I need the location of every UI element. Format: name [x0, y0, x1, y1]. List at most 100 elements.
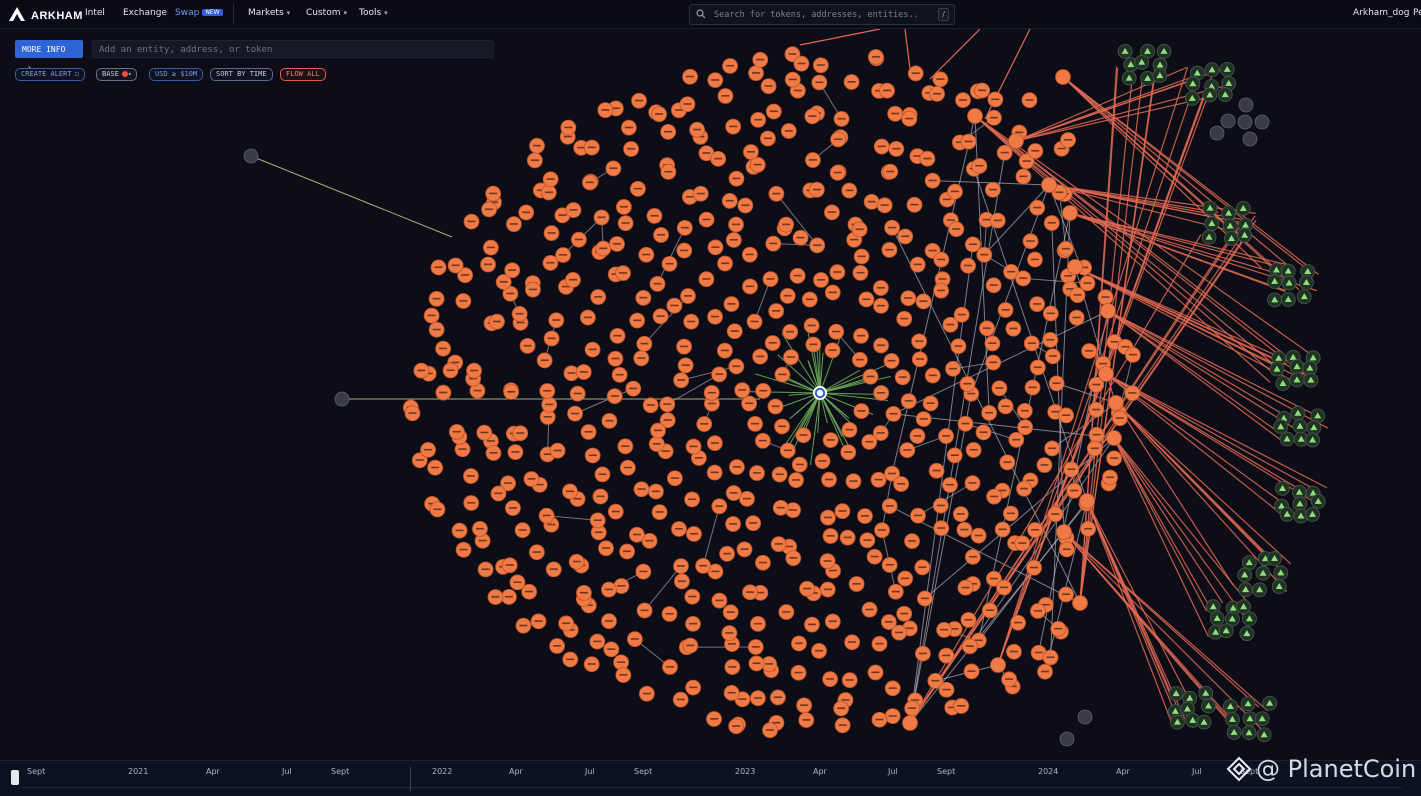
hub-node[interactable]	[1101, 304, 1116, 319]
hub-node[interactable]	[1057, 525, 1072, 540]
node-label-mark	[508, 269, 516, 271]
node-label-mark	[788, 53, 796, 55]
node-label-mark	[877, 287, 885, 289]
hub-node[interactable]	[991, 658, 1006, 673]
address-node[interactable]	[1238, 115, 1252, 129]
nav-markets[interactable]: Markets▾	[248, 8, 290, 18]
node-label-mark	[467, 475, 475, 477]
hub-node[interactable]	[1107, 431, 1122, 446]
hub-node[interactable]	[1068, 260, 1083, 275]
node-label-mark	[964, 265, 972, 267]
node-label-mark	[990, 496, 998, 498]
hub-node[interactable]	[1109, 396, 1124, 411]
node-label-mark	[862, 298, 870, 300]
node-label-mark	[684, 295, 692, 297]
address-node[interactable]	[1078, 710, 1092, 724]
node-label-mark	[774, 696, 782, 698]
node-label-mark	[756, 356, 764, 358]
node-label-mark	[633, 320, 641, 322]
address-node[interactable]	[1210, 126, 1224, 140]
hub-node[interactable]	[1063, 206, 1078, 221]
timeline-track[interactable]	[22, 787, 1402, 788]
node-label-mark	[989, 362, 997, 364]
nav-swap[interactable]: SwapNEW	[175, 8, 223, 18]
hub-node[interactable]	[1009, 134, 1024, 149]
node-label-mark	[459, 448, 467, 450]
address-node[interactable]	[335, 392, 349, 406]
node-label-mark	[686, 196, 694, 198]
node-label-mark	[435, 266, 443, 268]
search-input[interactable]	[712, 6, 921, 24]
node-label-mark	[784, 449, 792, 451]
node-label-mark	[765, 85, 773, 87]
node-label-mark	[408, 412, 416, 414]
node-label-mark	[990, 117, 998, 119]
node-label-mark	[813, 189, 821, 191]
node-label-mark	[494, 493, 502, 495]
brand-logo-link[interactable]: ARKHAM	[8, 6, 83, 25]
hub-node[interactable]	[1080, 494, 1095, 509]
node-label-mark	[1058, 148, 1066, 150]
address-node[interactable]	[1060, 732, 1074, 746]
hub-node[interactable]	[903, 716, 918, 731]
node-label-mark	[892, 148, 900, 150]
address-node[interactable]	[1255, 115, 1269, 129]
address-node[interactable]	[244, 149, 258, 163]
node-label-mark	[637, 357, 645, 359]
graph-edge	[703, 506, 719, 566]
address-node[interactable]	[1243, 132, 1257, 146]
node-label-mark	[827, 439, 835, 441]
node-label-mark	[912, 72, 920, 74]
nav-exchange[interactable]: Exchange	[123, 8, 167, 18]
node-label-mark	[877, 344, 885, 346]
node-label-mark	[747, 151, 755, 153]
username-link[interactable]: Arkham_dog	[1353, 8, 1410, 18]
nav-custom[interactable]: Custom▾	[306, 8, 347, 18]
node-label-mark	[931, 680, 939, 682]
node-label-mark	[491, 596, 499, 598]
node-label-mark	[786, 331, 794, 333]
node-label-mark	[681, 227, 689, 229]
node-label-mark	[1049, 355, 1057, 357]
nav-divider	[233, 4, 234, 24]
timeline-handle[interactable]	[11, 770, 19, 785]
node-label-mark	[978, 90, 986, 92]
node-label-mark	[817, 64, 825, 66]
node-label-mark	[470, 370, 478, 372]
node-label-mark	[886, 564, 894, 566]
hub-node[interactable]	[1073, 596, 1088, 611]
node-label-mark	[617, 661, 625, 663]
global-search[interactable]: /	[689, 4, 955, 25]
node-label-mark	[424, 449, 432, 451]
hub-node[interactable]	[1056, 70, 1071, 85]
hub-node[interactable]	[1042, 178, 1057, 193]
network-graph[interactable]	[0, 29, 1421, 759]
diamond-logo-icon	[1226, 756, 1252, 782]
node-label-mark	[815, 650, 823, 652]
nav-tools[interactable]: Tools▾	[359, 8, 388, 18]
address-node[interactable]	[1221, 114, 1235, 128]
node-label-mark	[818, 460, 826, 462]
timeline-bar[interactable]: Sept2021AprJulSept2022AprJulSept2023AprJ…	[0, 760, 1421, 796]
hub-node[interactable]	[1099, 367, 1114, 382]
timeline-marker	[410, 767, 411, 791]
node-label-mark	[1073, 317, 1081, 319]
flow-edge	[1063, 77, 1304, 267]
node-label-mark	[653, 443, 661, 445]
node-label-mark	[601, 109, 609, 111]
node-label-mark	[959, 99, 967, 101]
watermark: @ PlanetCoin	[1226, 752, 1416, 786]
node-label-mark	[937, 290, 945, 292]
nav-intel[interactable]: Intel	[85, 8, 105, 18]
account-menu-label[interactable]: Pe	[1413, 8, 1421, 18]
node-label-mark	[680, 346, 688, 348]
address-node[interactable]	[1239, 98, 1253, 112]
node-label-mark	[1083, 282, 1091, 284]
node-label-mark	[857, 335, 865, 337]
node-label-mark	[548, 232, 556, 234]
node-label-mark	[746, 285, 754, 287]
node-label-mark	[487, 247, 495, 249]
node-label-mark	[1062, 248, 1070, 250]
node-label-mark	[800, 704, 808, 706]
hub-node[interactable]	[968, 109, 983, 124]
